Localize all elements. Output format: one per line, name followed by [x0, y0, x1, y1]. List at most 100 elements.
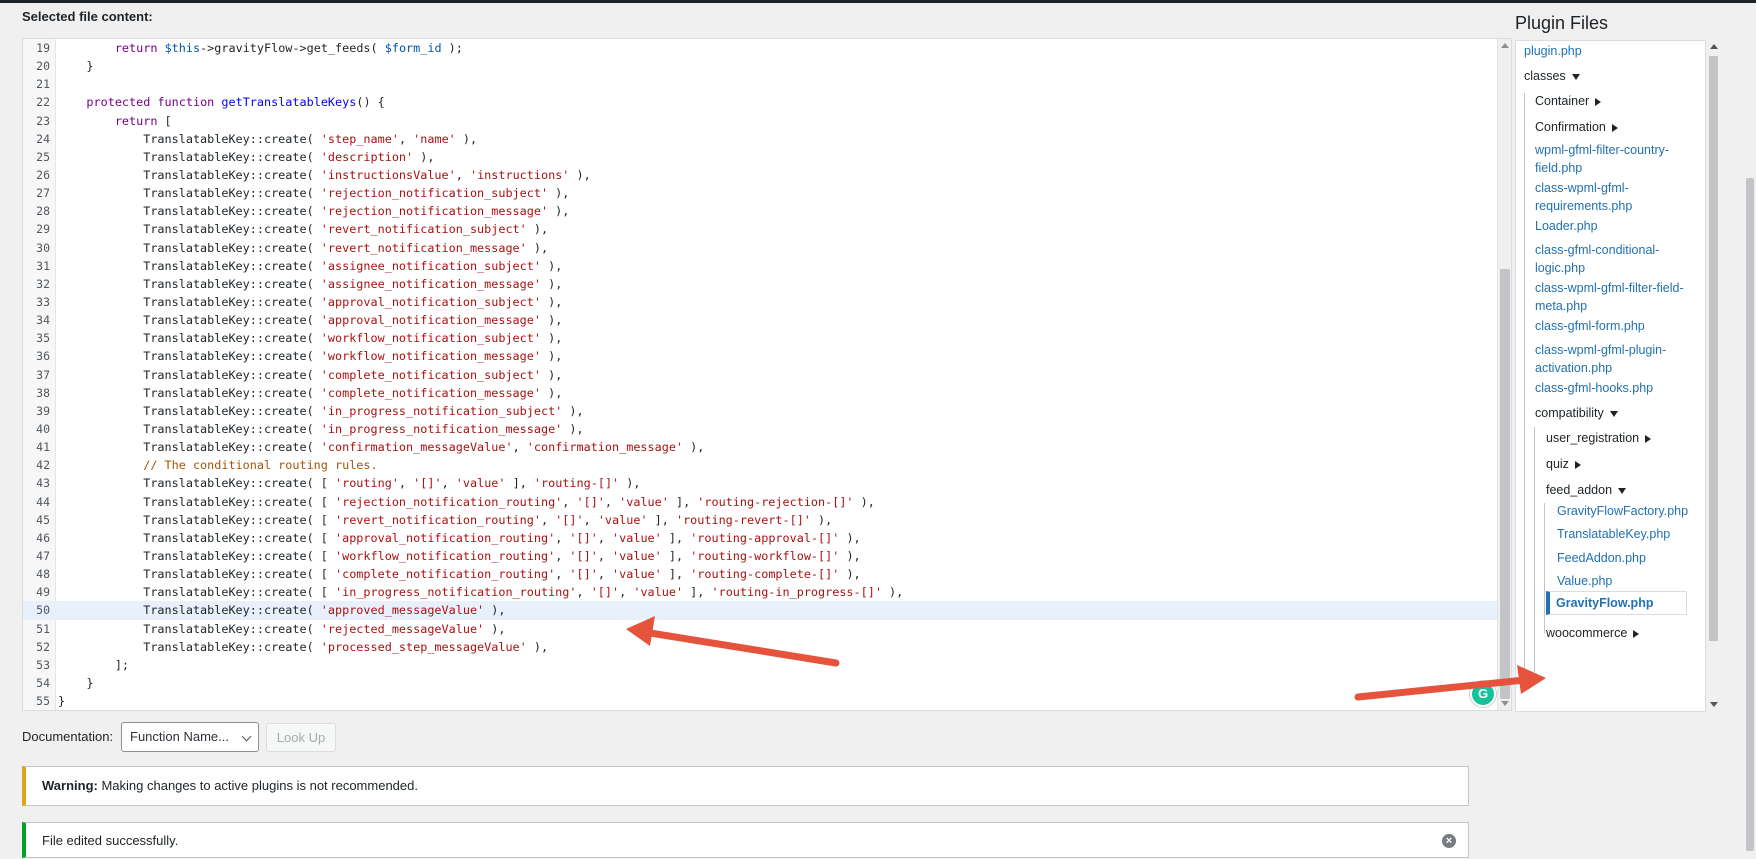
code-line[interactable]: 49 TranslatableKey::create( [ 'in_progre…	[23, 583, 1497, 601]
tree-folder-container[interactable]: Container	[1535, 92, 1602, 110]
tree-folder-confirmation[interactable]: Confirmation	[1535, 118, 1618, 136]
code-line[interactable]: 25 TranslatableKey::create( 'description…	[23, 148, 1497, 166]
code-text[interactable]: TranslatableKey::create( [ 'in_progress_…	[58, 583, 903, 601]
tree-file-plugin-activation[interactable]: class-wpml-gfml-plugin-activation.php	[1535, 341, 1685, 377]
code-text[interactable]: ];	[58, 656, 129, 674]
code-editor[interactable]: 19 return $this->gravityFlow->get_feeds(…	[22, 38, 1512, 711]
tree-folder-feed-addon[interactable]: feed_addon	[1546, 481, 1627, 499]
code-text[interactable]: TranslatableKey::create( 'workflow_notif…	[58, 329, 562, 347]
code-line[interactable]: 50 TranslatableKey::create( 'approved_me…	[23, 601, 1497, 620]
code-text[interactable]: TranslatableKey::create( 'assignee_notif…	[58, 257, 562, 275]
code-text[interactable]: TranslatableKey::create( 'in_progress_no…	[58, 420, 583, 438]
code-line[interactable]: 22 protected function getTranslatableKey…	[23, 93, 1497, 111]
code-text[interactable]: }	[58, 674, 93, 692]
code-text[interactable]: TranslatableKey::create( [ 'approval_not…	[58, 529, 860, 547]
tree-file-filter-country-field[interactable]: wpml-gfml-filter-country-field.php	[1535, 141, 1695, 177]
tree-file-gfml-form[interactable]: class-gfml-form.php	[1535, 317, 1645, 335]
editor-scrollbar-thumb[interactable]	[1500, 269, 1510, 699]
code-line[interactable]: 32 TranslatableKey::create( 'assignee_no…	[23, 275, 1497, 293]
code-line[interactable]: 47 TranslatableKey::create( [ 'workflow_…	[23, 547, 1497, 565]
code-line[interactable]: 39 TranslatableKey::create( 'in_progress…	[23, 402, 1497, 420]
tree-folder-quiz[interactable]: quiz	[1546, 455, 1581, 473]
code-text[interactable]: TranslatableKey::create( [ 'workflow_not…	[58, 547, 860, 565]
code-text[interactable]: TranslatableKey::create( [ 'rejection_no…	[58, 493, 875, 511]
tree-file-gravity-flow-factory[interactable]: GravityFlowFactory.php	[1557, 502, 1688, 520]
code-line[interactable]: 34 TranslatableKey::create( 'approval_no…	[23, 311, 1497, 329]
code-text[interactable]: TranslatableKey::create( [ 'revert_notif…	[58, 511, 832, 529]
code-line[interactable]: 35 TranslatableKey::create( 'workflow_no…	[23, 329, 1497, 347]
code-line[interactable]: 41 TranslatableKey::create( 'confirmatio…	[23, 438, 1497, 456]
code-text[interactable]: }	[58, 692, 65, 710]
tree-scrollbar-thumb[interactable]	[1709, 56, 1718, 641]
tree-file-requirements[interactable]: class-wpml-gfml-requirements.php	[1535, 179, 1660, 215]
tree-folder-compatibility[interactable]: compatibility	[1535, 404, 1618, 422]
code-text[interactable]: TranslatableKey::create( 'rejected_messa…	[58, 620, 505, 638]
code-text[interactable]: TranslatableKey::create( 'workflow_notif…	[58, 347, 562, 365]
tree-folder-user-registration[interactable]: user_registration	[1546, 429, 1652, 447]
tree-file-gfml-hooks[interactable]: class-gfml-hooks.php	[1535, 379, 1653, 397]
code-line[interactable]: 36 TranslatableKey::create( 'workflow_no…	[23, 347, 1497, 365]
code-line[interactable]: 52 TranslatableKey::create( 'processed_s…	[23, 638, 1497, 656]
code-line[interactable]: 38 TranslatableKey::create( 'complete_no…	[23, 384, 1497, 402]
code-text[interactable]: TranslatableKey::create( 'revert_notific…	[58, 239, 548, 257]
editor-scrollbar[interactable]	[1497, 39, 1511, 710]
code-line[interactable]: 37 TranslatableKey::create( 'complete_no…	[23, 366, 1497, 384]
tree-file-loader[interactable]: Loader.php	[1535, 217, 1598, 235]
code-line[interactable]: 42 // The conditional routing rules.	[23, 456, 1497, 474]
code-line[interactable]: 54 }	[23, 674, 1497, 692]
scroll-down-icon[interactable]	[1710, 702, 1718, 707]
tree-file-plugin-php[interactable]: plugin.php	[1524, 42, 1582, 60]
look-up-button[interactable]: Look Up	[266, 723, 336, 752]
tree-file-feed-addon[interactable]: FeedAddon.php	[1557, 549, 1646, 567]
code-line[interactable]: 26 TranslatableKey::create( 'instruction…	[23, 166, 1497, 184]
code-text[interactable]: TranslatableKey::create( 'complete_notif…	[58, 384, 562, 402]
code-text[interactable]: TranslatableKey::create( 'revert_notific…	[58, 220, 548, 238]
code-line[interactable]: 33 TranslatableKey::create( 'approval_no…	[23, 293, 1497, 311]
code-lines[interactable]: 19 return $this->gravityFlow->get_feeds(…	[23, 39, 1497, 710]
code-text[interactable]: TranslatableKey::create( 'confirmation_m…	[58, 438, 704, 456]
code-line[interactable]: 53 ];	[23, 656, 1497, 674]
code-line[interactable]: 29 TranslatableKey::create( 'revert_noti…	[23, 220, 1497, 238]
tree-folder-woocommerce[interactable]: woocommerce	[1546, 624, 1640, 642]
code-line[interactable]: 24 TranslatableKey::create( 'step_name',…	[23, 130, 1497, 148]
code-line[interactable]: 51 TranslatableKey::create( 'rejected_me…	[23, 620, 1497, 638]
scroll-up-icon[interactable]	[1710, 44, 1718, 49]
code-line[interactable]: 44 TranslatableKey::create( [ 'rejection…	[23, 493, 1497, 511]
code-line[interactable]: 27 TranslatableKey::create( 'rejection_n…	[23, 184, 1497, 202]
code-line[interactable]: 43 TranslatableKey::create( [ 'routing',…	[23, 474, 1497, 492]
tree-file-gravity-flow-selected[interactable]: GravityFlow.php	[1546, 591, 1687, 615]
code-text[interactable]: TranslatableKey::create( 'description' )…	[58, 148, 434, 166]
code-text[interactable]: TranslatableKey::create( 'approval_notif…	[58, 293, 562, 311]
code-line[interactable]: 46 TranslatableKey::create( [ 'approval_…	[23, 529, 1497, 547]
code-text[interactable]: TranslatableKey::create( 'rejection_noti…	[58, 202, 569, 220]
tree-scrollbar[interactable]	[1705, 40, 1721, 712]
code-text[interactable]: TranslatableKey::create( 'rejection_noti…	[58, 184, 569, 202]
code-text[interactable]: TranslatableKey::create( 'approval_notif…	[58, 311, 562, 329]
grammarly-icon[interactable]: G	[1470, 681, 1496, 707]
page-scrollbar-thumb[interactable]	[1746, 178, 1754, 851]
code-text[interactable]: TranslatableKey::create( 'processed_step…	[58, 638, 548, 656]
code-text[interactable]: }	[58, 57, 93, 75]
code-line[interactable]: 55}	[23, 692, 1497, 710]
code-text[interactable]: TranslatableKey::create( [ 'routing', '[…	[58, 474, 640, 492]
tree-folder-classes[interactable]: classes	[1524, 67, 1580, 85]
code-text[interactable]: protected function getTranslatableKeys()…	[58, 93, 384, 111]
tree-file-value[interactable]: Value.php	[1557, 572, 1612, 590]
code-line[interactable]: 48 TranslatableKey::create( [ 'complete_…	[23, 565, 1497, 583]
code-text[interactable]: TranslatableKey::create( 'assignee_notif…	[58, 275, 562, 293]
dismiss-icon[interactable]: ×	[1442, 834, 1456, 848]
code-line[interactable]: 40 TranslatableKey::create( 'in_progress…	[23, 420, 1497, 438]
code-text[interactable]: TranslatableKey::create( 'step_name', 'n…	[58, 130, 477, 148]
code-line[interactable]: 21	[23, 75, 1497, 93]
function-name-select[interactable]: Function Name...	[121, 722, 259, 752]
code-text[interactable]: TranslatableKey::create( 'approved_messa…	[58, 601, 505, 619]
code-text[interactable]: TranslatableKey::create( 'instructionsVa…	[58, 166, 591, 184]
code-line[interactable]: 31 TranslatableKey::create( 'assignee_no…	[23, 257, 1497, 275]
scroll-down-icon[interactable]	[1501, 701, 1509, 706]
code-line[interactable]: 23 return [	[23, 112, 1497, 130]
code-text[interactable]: return [	[58, 112, 172, 130]
code-line[interactable]: 45 TranslatableKey::create( [ 'revert_no…	[23, 511, 1497, 529]
code-line[interactable]: 28 TranslatableKey::create( 'rejection_n…	[23, 202, 1497, 220]
tree-file-translatable-key[interactable]: TranslatableKey.php	[1557, 525, 1670, 543]
code-text[interactable]: TranslatableKey::create( 'complete_notif…	[58, 366, 562, 384]
